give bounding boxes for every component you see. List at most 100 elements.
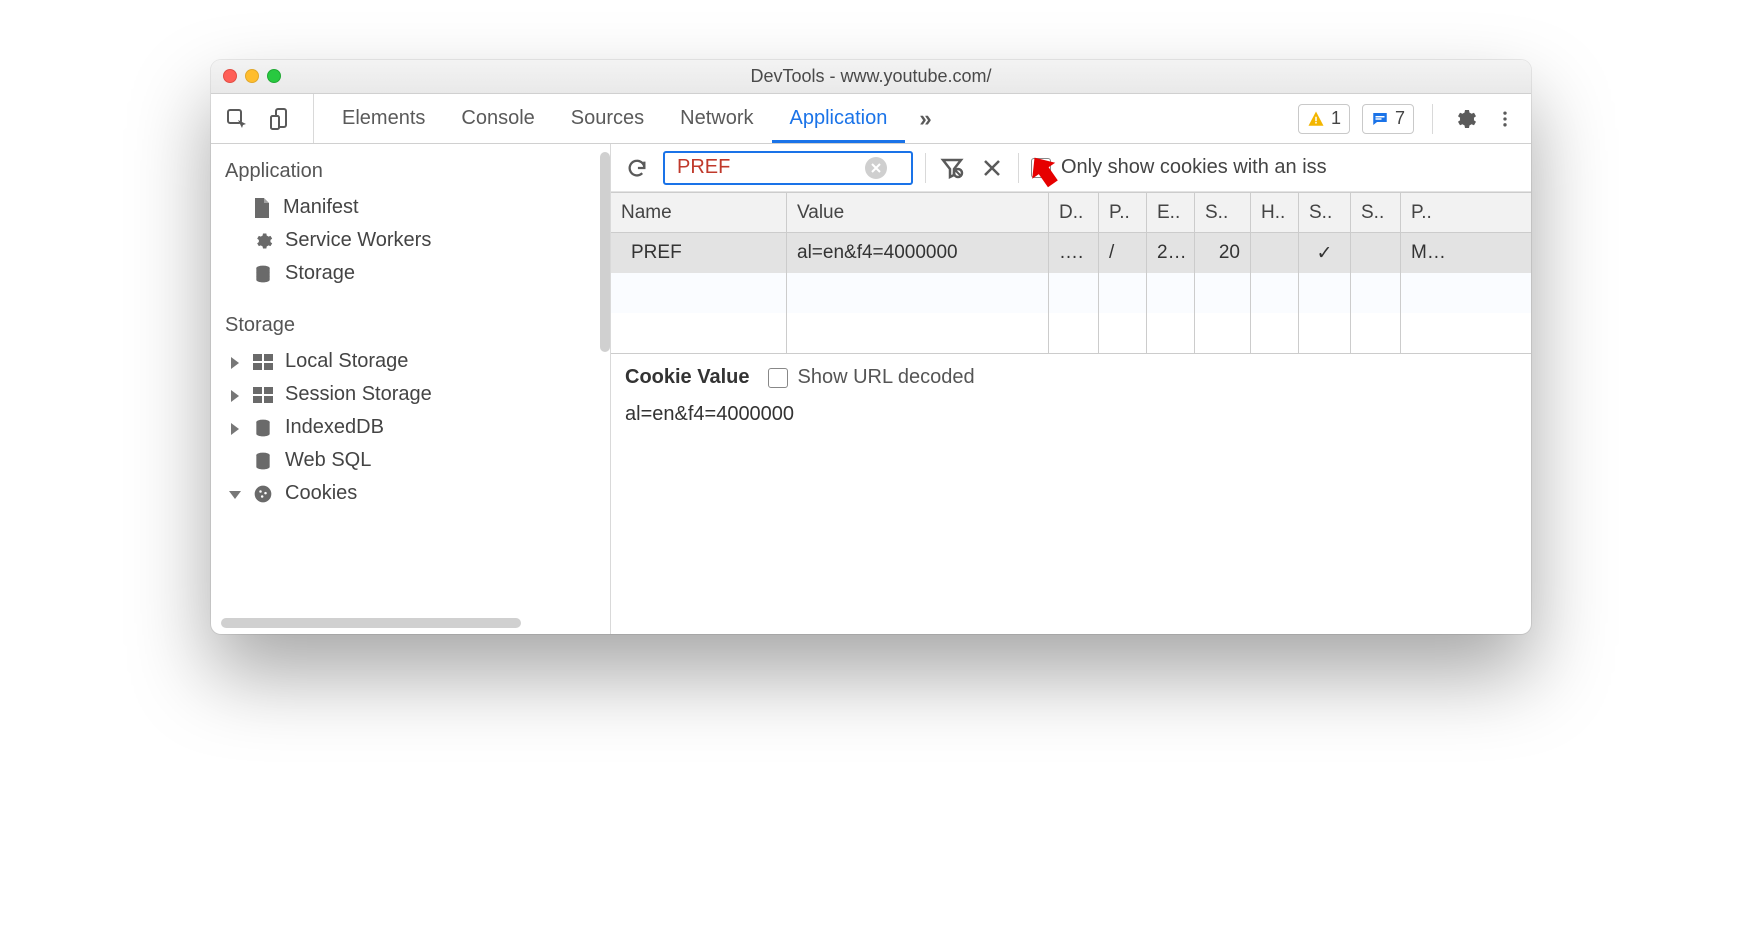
tab-sources[interactable]: Sources: [553, 94, 662, 143]
cookie-preview-pane: Cookie Value Show URL decoded al=en&f4=4…: [611, 353, 1531, 634]
table-row-empty: [611, 273, 1531, 313]
messages-badge[interactable]: 7: [1362, 104, 1414, 134]
sidebar-item-label: Storage: [285, 262, 355, 285]
sidebar-item-indexeddb[interactable]: IndexedDB: [211, 411, 610, 444]
warnings-badge[interactable]: 1: [1298, 104, 1350, 134]
table-header-row: Name Value D.. P.. E.. S.. H.. S.. S.. P…: [611, 193, 1531, 233]
th-expires[interactable]: E..: [1147, 193, 1195, 232]
messages-count: 7: [1395, 108, 1405, 129]
db-icon: [253, 264, 273, 284]
td-httponly: [1251, 233, 1299, 273]
devtools-window: { "window": { "title": "DevTools - www.y…: [211, 60, 1531, 634]
db-icon: [253, 451, 273, 471]
grid-icon: [253, 354, 273, 370]
td-secure: ✓: [1299, 233, 1351, 273]
th-priority[interactable]: P..: [1401, 193, 1461, 232]
sidebar-item-label: IndexedDB: [285, 416, 384, 439]
expand-icon[interactable]: [231, 423, 239, 435]
zoom-window-button[interactable]: [267, 69, 281, 83]
vertical-divider: [1018, 153, 1019, 183]
main-toolbar: Elements Console Sources Network Applica…: [211, 94, 1531, 144]
th-path[interactable]: P..: [1099, 193, 1147, 232]
window-controls: [223, 69, 281, 83]
tab-elements[interactable]: Elements: [324, 94, 443, 143]
sidebar-item-service-workers[interactable]: Service Workers: [211, 224, 610, 257]
cookies-table: Name Value D.. P.. E.. S.. H.. S.. S.. P…: [611, 192, 1531, 353]
vertical-divider: [925, 153, 926, 183]
only-issue-label: Only show cookies with an iss: [1061, 156, 1327, 179]
sidebar-item-manifest[interactable]: Manifest: [211, 191, 610, 224]
sidebar-item-label: Web SQL: [285, 449, 371, 472]
td-samesite: [1351, 233, 1401, 273]
th-domain[interactable]: D..: [1049, 193, 1099, 232]
sidebar-item-cookies[interactable]: Cookies: [211, 477, 610, 510]
td-domain: ….: [1049, 233, 1099, 273]
content-area: Only show cookies with an iss Name Value…: [611, 144, 1531, 634]
grid-icon: [253, 387, 273, 403]
decode-checkbox-wrapper[interactable]: Show URL decoded: [768, 366, 975, 389]
filter-input-wrapper: [663, 151, 913, 185]
sidebar-item-web-sql[interactable]: Web SQL: [211, 444, 610, 477]
kebab-menu-icon[interactable]: [1491, 105, 1519, 133]
only-issue-checkbox-wrapper[interactable]: Only show cookies with an iss: [1031, 156, 1327, 179]
reload-icon[interactable]: [623, 154, 651, 182]
tab-console[interactable]: Console: [443, 94, 552, 143]
th-value[interactable]: Value: [787, 193, 1049, 232]
td-size: 20: [1195, 233, 1251, 273]
sidebar-item-label: Cookies: [285, 482, 357, 505]
td-expires: 2…: [1147, 233, 1195, 273]
sidebar-item-storage[interactable]: Storage: [211, 257, 610, 290]
tab-application[interactable]: Application: [772, 94, 906, 143]
only-issue-checkbox[interactable]: [1031, 158, 1051, 178]
th-size[interactable]: S..: [1195, 193, 1251, 232]
tabs-overflow-button[interactable]: »: [905, 106, 945, 132]
sidebar-item-label: Local Storage: [285, 350, 408, 373]
th-samesite[interactable]: S..: [1351, 193, 1401, 232]
tab-network[interactable]: Network: [662, 94, 771, 143]
sidebar-item-label: Service Workers: [285, 229, 431, 252]
minimize-window-button[interactable]: [245, 69, 259, 83]
cookie-value-text[interactable]: al=en&f4=4000000: [625, 403, 1517, 426]
cookie-toolbar: Only show cookies with an iss: [611, 144, 1531, 192]
table-row[interactable]: PREF al=en&f4=4000000 …. / 2… 20 ✓ M…: [611, 233, 1531, 273]
td-priority: M…: [1401, 233, 1461, 273]
warning-icon: [1307, 110, 1325, 128]
sidebar-item-local-storage[interactable]: Local Storage: [211, 345, 610, 378]
sidebar-item-session-storage[interactable]: Session Storage: [211, 378, 610, 411]
device-toggle-icon[interactable]: [267, 105, 295, 133]
window-title: DevTools - www.youtube.com/: [211, 66, 1531, 87]
file-icon: [253, 198, 271, 218]
clear-filter-icon[interactable]: [865, 157, 887, 179]
panel-tabs: Elements Console Sources Network Applica…: [324, 94, 946, 143]
sidebar-hscrollbar[interactable]: [221, 618, 521, 628]
sidebar: Application Manifest Service Workers Sto…: [211, 144, 611, 634]
collapse-icon[interactable]: [229, 491, 241, 499]
th-secure[interactable]: S..: [1299, 193, 1351, 232]
td-path: /: [1099, 233, 1147, 273]
table-row-empty: [611, 313, 1531, 353]
toolbar-divider: [1432, 104, 1433, 134]
gear-icon: [253, 231, 273, 251]
close-window-button[interactable]: [223, 69, 237, 83]
message-icon: [1371, 110, 1389, 128]
expand-icon[interactable]: [231, 390, 239, 402]
th-httponly[interactable]: H..: [1251, 193, 1299, 232]
expand-icon[interactable]: [231, 357, 239, 369]
db-icon: [253, 418, 273, 438]
sidebar-heading-storage: Storage: [211, 308, 610, 345]
td-value: al=en&f4=4000000: [787, 233, 1049, 273]
td-name: PREF: [611, 233, 787, 273]
decode-label: Show URL decoded: [798, 366, 975, 389]
inspect-element-icon[interactable]: [223, 105, 251, 133]
titlebar: DevTools - www.youtube.com/: [211, 60, 1531, 94]
cookie-icon: [253, 484, 273, 504]
delete-icon[interactable]: [978, 154, 1006, 182]
settings-icon[interactable]: [1451, 105, 1479, 133]
sidebar-heading-application: Application: [211, 154, 610, 191]
decode-checkbox[interactable]: [768, 368, 788, 388]
filter-input[interactable]: [675, 155, 865, 180]
filter-icon[interactable]: [938, 154, 966, 182]
sidebar-item-label: Session Storage: [285, 383, 432, 406]
sidebar-item-label: Manifest: [283, 196, 359, 219]
th-name[interactable]: Name: [611, 193, 787, 232]
